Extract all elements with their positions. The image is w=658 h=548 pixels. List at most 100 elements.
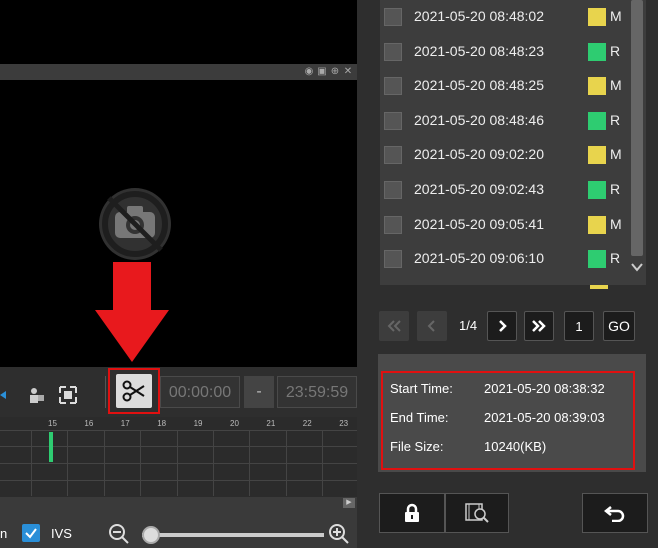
record-type-swatch bbox=[588, 181, 606, 199]
zoom-slider-track[interactable] bbox=[142, 533, 324, 537]
record-type-swatch bbox=[588, 77, 606, 96]
record-row[interactable]: 2021-05-20 09:02:43 R bbox=[380, 173, 628, 207]
record-time: 2021-05-20 09:06:10 bbox=[414, 250, 544, 267]
return-arrow-icon bbox=[604, 506, 625, 522]
no-video-camera-icon bbox=[99, 188, 171, 260]
record-time: 2021-05-20 09:05:41 bbox=[414, 215, 544, 232]
timeline-grid-line bbox=[0, 480, 357, 481]
double-chevron-right-icon bbox=[532, 320, 546, 332]
snapshot-icon[interactable]: ▣ bbox=[317, 66, 327, 77]
record-type: R bbox=[610, 181, 621, 197]
video-display bbox=[0, 80, 357, 367]
record-row[interactable]: 2021-05-20 08:48:02 M bbox=[380, 0, 628, 34]
timeline-tick-label: 22 bbox=[302, 419, 312, 428]
person-icon[interactable] bbox=[26, 385, 46, 405]
zoom-in-icon[interactable] bbox=[328, 523, 350, 545]
ivs-checkbox[interactable] bbox=[22, 524, 40, 542]
record-type-swatch bbox=[588, 146, 606, 165]
record-time: 2021-05-20 09:02:43 bbox=[414, 181, 544, 197]
file-size-label: File Size: bbox=[390, 439, 444, 454]
record-row[interactable]: 2021-05-20 08:48:25 M bbox=[380, 69, 628, 103]
video-search-button[interactable] bbox=[445, 493, 509, 533]
back-button[interactable] bbox=[582, 493, 648, 533]
next-page-button[interactable] bbox=[487, 311, 517, 341]
record-swatch-partial bbox=[590, 285, 608, 289]
record-checkbox[interactable] bbox=[384, 250, 402, 269]
record-type: M bbox=[610, 8, 622, 24]
lock-button[interactable] bbox=[379, 493, 445, 533]
prev-page-button[interactable] bbox=[417, 311, 447, 341]
zoom-slider-handle[interactable] bbox=[142, 526, 160, 544]
timeline-grid-line bbox=[0, 446, 357, 447]
end-time-label: End Time: bbox=[390, 410, 449, 425]
fullscreen-icon[interactable] bbox=[58, 385, 78, 405]
timeline-tick-label: 21 bbox=[266, 419, 276, 428]
timeline-tick-label: 16 bbox=[84, 419, 94, 428]
record-row[interactable]: 2021-05-20 08:48:23 R bbox=[380, 35, 628, 69]
record-checkbox[interactable] bbox=[384, 181, 402, 199]
record-type: M bbox=[610, 215, 622, 232]
page-indicator: 1/4 bbox=[459, 318, 478, 333]
first-page-button[interactable] bbox=[379, 311, 409, 341]
record-checkbox[interactable] bbox=[384, 42, 402, 61]
record-time: 2021-05-20 08:48:23 bbox=[414, 42, 544, 59]
scroll-right-arrow[interactable]: ▶ bbox=[343, 498, 355, 508]
record-time: 2021-05-20 08:48:25 bbox=[414, 77, 544, 94]
timeline-tick-label: 18 bbox=[157, 419, 167, 428]
timeline-tick-label: 23 bbox=[339, 419, 349, 428]
record-row[interactable]: 2021-05-20 09:05:41 M bbox=[380, 208, 628, 242]
double-chevron-left-icon bbox=[387, 320, 401, 332]
record-checkbox[interactable] bbox=[384, 8, 402, 26]
record-type-swatch bbox=[588, 111, 606, 130]
timeline-scrollbar[interactable] bbox=[0, 497, 357, 509]
record-list-scroll-thumb[interactable] bbox=[631, 0, 643, 256]
page-number-input[interactable]: 1 bbox=[564, 311, 594, 341]
record-type: M bbox=[610, 146, 622, 163]
record-checkbox[interactable] bbox=[384, 111, 402, 130]
checkmark-icon bbox=[25, 528, 37, 539]
record-row[interactable]: 2021-05-20 09:02:20 M bbox=[380, 138, 628, 172]
zoom-icon[interactable]: ⊕ bbox=[330, 66, 340, 77]
timeline-grid-line bbox=[0, 463, 357, 464]
record-time: 2021-05-20 08:48:02 bbox=[414, 8, 544, 24]
ivs-label: IVS bbox=[51, 526, 72, 541]
record-checkbox[interactable] bbox=[384, 215, 402, 234]
eye-icon[interactable]: ◉ bbox=[304, 66, 314, 77]
start-time-label: Start Time: bbox=[390, 381, 453, 396]
record-time: 2021-05-20 08:48:46 bbox=[414, 111, 544, 128]
timeline-tick-label: 20 bbox=[230, 419, 239, 428]
lock-icon bbox=[405, 503, 419, 522]
clip-end-time[interactable]: 23:59:59 bbox=[277, 376, 357, 408]
record-row[interactable]: 2021-05-20 08:48:46 R bbox=[380, 104, 628, 138]
last-page-button[interactable] bbox=[524, 311, 554, 341]
timeline[interactable] bbox=[0, 417, 357, 497]
close-icon[interactable]: ✕ bbox=[343, 66, 353, 77]
chevron-right-icon bbox=[499, 320, 507, 332]
record-type: R bbox=[610, 250, 621, 267]
timeline-grid-line bbox=[0, 430, 357, 431]
record-type-swatch bbox=[588, 42, 606, 61]
timeline-tick-label: 17 bbox=[120, 419, 130, 428]
time-separator: - bbox=[244, 376, 274, 408]
record-checkbox[interactable] bbox=[384, 146, 402, 165]
timeline-tick-label: 19 bbox=[193, 419, 203, 428]
record-type-swatch bbox=[588, 8, 606, 26]
red-arrow-pointer bbox=[95, 262, 169, 362]
scroll-down-icon[interactable] bbox=[630, 260, 644, 274]
video-window-toolbar: ◉ ▣ ⊕ ✕ bbox=[0, 64, 357, 80]
recording-segment[interactable] bbox=[49, 432, 53, 462]
record-type: R bbox=[610, 42, 621, 59]
record-checkbox[interactable] bbox=[384, 77, 402, 96]
record-type-swatch bbox=[588, 215, 606, 234]
clip-start-time[interactable]: 00:00:00 bbox=[160, 376, 240, 408]
go-button[interactable]: GO bbox=[603, 311, 635, 341]
record-type-swatch bbox=[588, 250, 606, 269]
record-row[interactable]: 2021-05-20 09:06:10 R bbox=[380, 242, 628, 276]
video-window-top bbox=[0, 0, 357, 64]
record-type: M bbox=[610, 77, 622, 94]
file-size-value: 10240(KB) bbox=[484, 439, 547, 454]
divider bbox=[105, 376, 106, 408]
zoom-out-icon[interactable] bbox=[108, 523, 130, 545]
sync-icon[interactable] bbox=[0, 385, 16, 405]
chevron-left-icon bbox=[427, 320, 435, 332]
